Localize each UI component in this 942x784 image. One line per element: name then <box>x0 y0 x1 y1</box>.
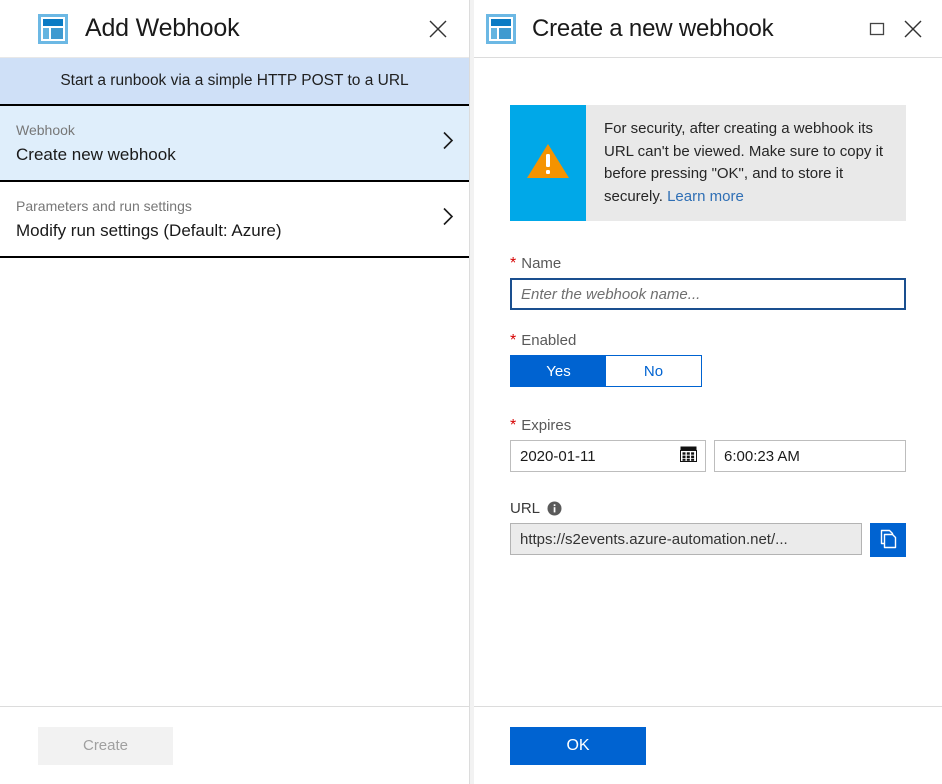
enabled-toggle-no[interactable]: No <box>606 356 701 386</box>
page-title: Add Webhook <box>85 14 240 42</box>
close-button-left[interactable] <box>421 12 455 46</box>
right-blade-header: Create a new webhook <box>474 0 942 58</box>
chevron-right-icon <box>439 128 457 159</box>
right-footer-bar: OK <box>474 706 942 784</box>
expires-label-text: Expires <box>521 417 572 434</box>
expires-label: * Expires <box>510 417 906 434</box>
ok-button[interactable]: OK <box>510 726 646 765</box>
enabled-toggle: Yes No <box>510 355 702 387</box>
maximize-icon <box>868 20 886 38</box>
right-page-title: Create a new webhook <box>532 14 774 42</box>
close-icon <box>428 19 448 39</box>
webhook-form: For security, after creating a webhook i… <box>474 58 942 706</box>
name-label-text: Name <box>521 255 562 272</box>
url-row: https://s2events.azure-automation.net/..… <box>510 523 906 557</box>
close-button-right[interactable] <box>896 12 930 46</box>
expires-date-field[interactable]: 2020-01-11 <box>510 440 706 472</box>
option-label: Webhook <box>16 122 75 138</box>
blade-subtitle: Start a runbook via a simple HTTP POST t… <box>0 58 469 106</box>
enabled-label: * Enabled <box>510 332 906 349</box>
learn-more-link[interactable]: Learn more <box>667 188 744 205</box>
warning-triangle-icon <box>525 140 571 187</box>
name-input[interactable] <box>510 278 906 310</box>
option-row-webhook[interactable]: Webhook Create new webhook <box>0 106 469 182</box>
enabled-label-text: Enabled <box>521 332 577 349</box>
option-label: Parameters and run settings <box>16 198 192 214</box>
option-value: Modify run settings (Default: Azure) <box>16 221 282 240</box>
url-label: URL <box>510 500 906 517</box>
field-enabled: * Enabled Yes No <box>510 332 906 387</box>
add-webhook-blade: Add Webhook Start a runbook via a simple… <box>0 0 470 784</box>
enabled-toggle-yes[interactable]: Yes <box>511 356 606 386</box>
close-icon <box>903 19 923 39</box>
expires-time-value: 6:00:23 AM <box>724 447 800 465</box>
azure-add-webhook-screen: Add Webhook Start a runbook via a simple… <box>0 0 942 784</box>
url-label-text: URL <box>510 500 541 517</box>
required-marker: * <box>510 254 517 272</box>
field-name: * Name <box>510 255 906 310</box>
url-value-field: https://s2events.azure-automation.net/..… <box>510 523 862 555</box>
option-value: Create new webhook <box>16 145 176 164</box>
left-footer-bar: Create <box>0 706 469 784</box>
expires-row: 2020-01-11 6:00:23 AM <box>510 440 906 472</box>
left-blade-body <box>0 258 469 706</box>
chevron-right-icon <box>439 204 457 235</box>
maximize-button[interactable] <box>860 12 894 46</box>
blade-icon <box>486 13 516 44</box>
blade-icon <box>38 13 68 44</box>
field-url: URL https://s2events.azure-automation.ne… <box>510 500 906 557</box>
name-label: * Name <box>510 255 906 272</box>
field-expires: * Expires 2020-01-11 6:00:23 AM <box>510 417 906 472</box>
expires-date-value: 2020-01-11 <box>520 447 596 465</box>
security-notice: For security, after creating a webhook i… <box>510 105 906 221</box>
notice-text: For security, after creating a webhook i… <box>586 105 906 221</box>
option-row-parameters[interactable]: Parameters and run settings Modify run s… <box>0 182 469 258</box>
required-marker: * <box>510 416 517 434</box>
required-marker: * <box>510 331 517 349</box>
create-new-webhook-blade: Create a new webhook For security, after… <box>474 0 942 784</box>
copy-url-button[interactable] <box>870 523 906 557</box>
left-blade-header: Add Webhook <box>0 0 469 58</box>
copy-icon <box>877 528 899 553</box>
expires-time-field[interactable]: 6:00:23 AM <box>714 440 906 472</box>
notice-icon-column <box>510 105 586 221</box>
info-icon[interactable] <box>547 501 562 516</box>
calendar-icon[interactable] <box>680 446 697 466</box>
create-button[interactable]: Create <box>38 726 173 765</box>
